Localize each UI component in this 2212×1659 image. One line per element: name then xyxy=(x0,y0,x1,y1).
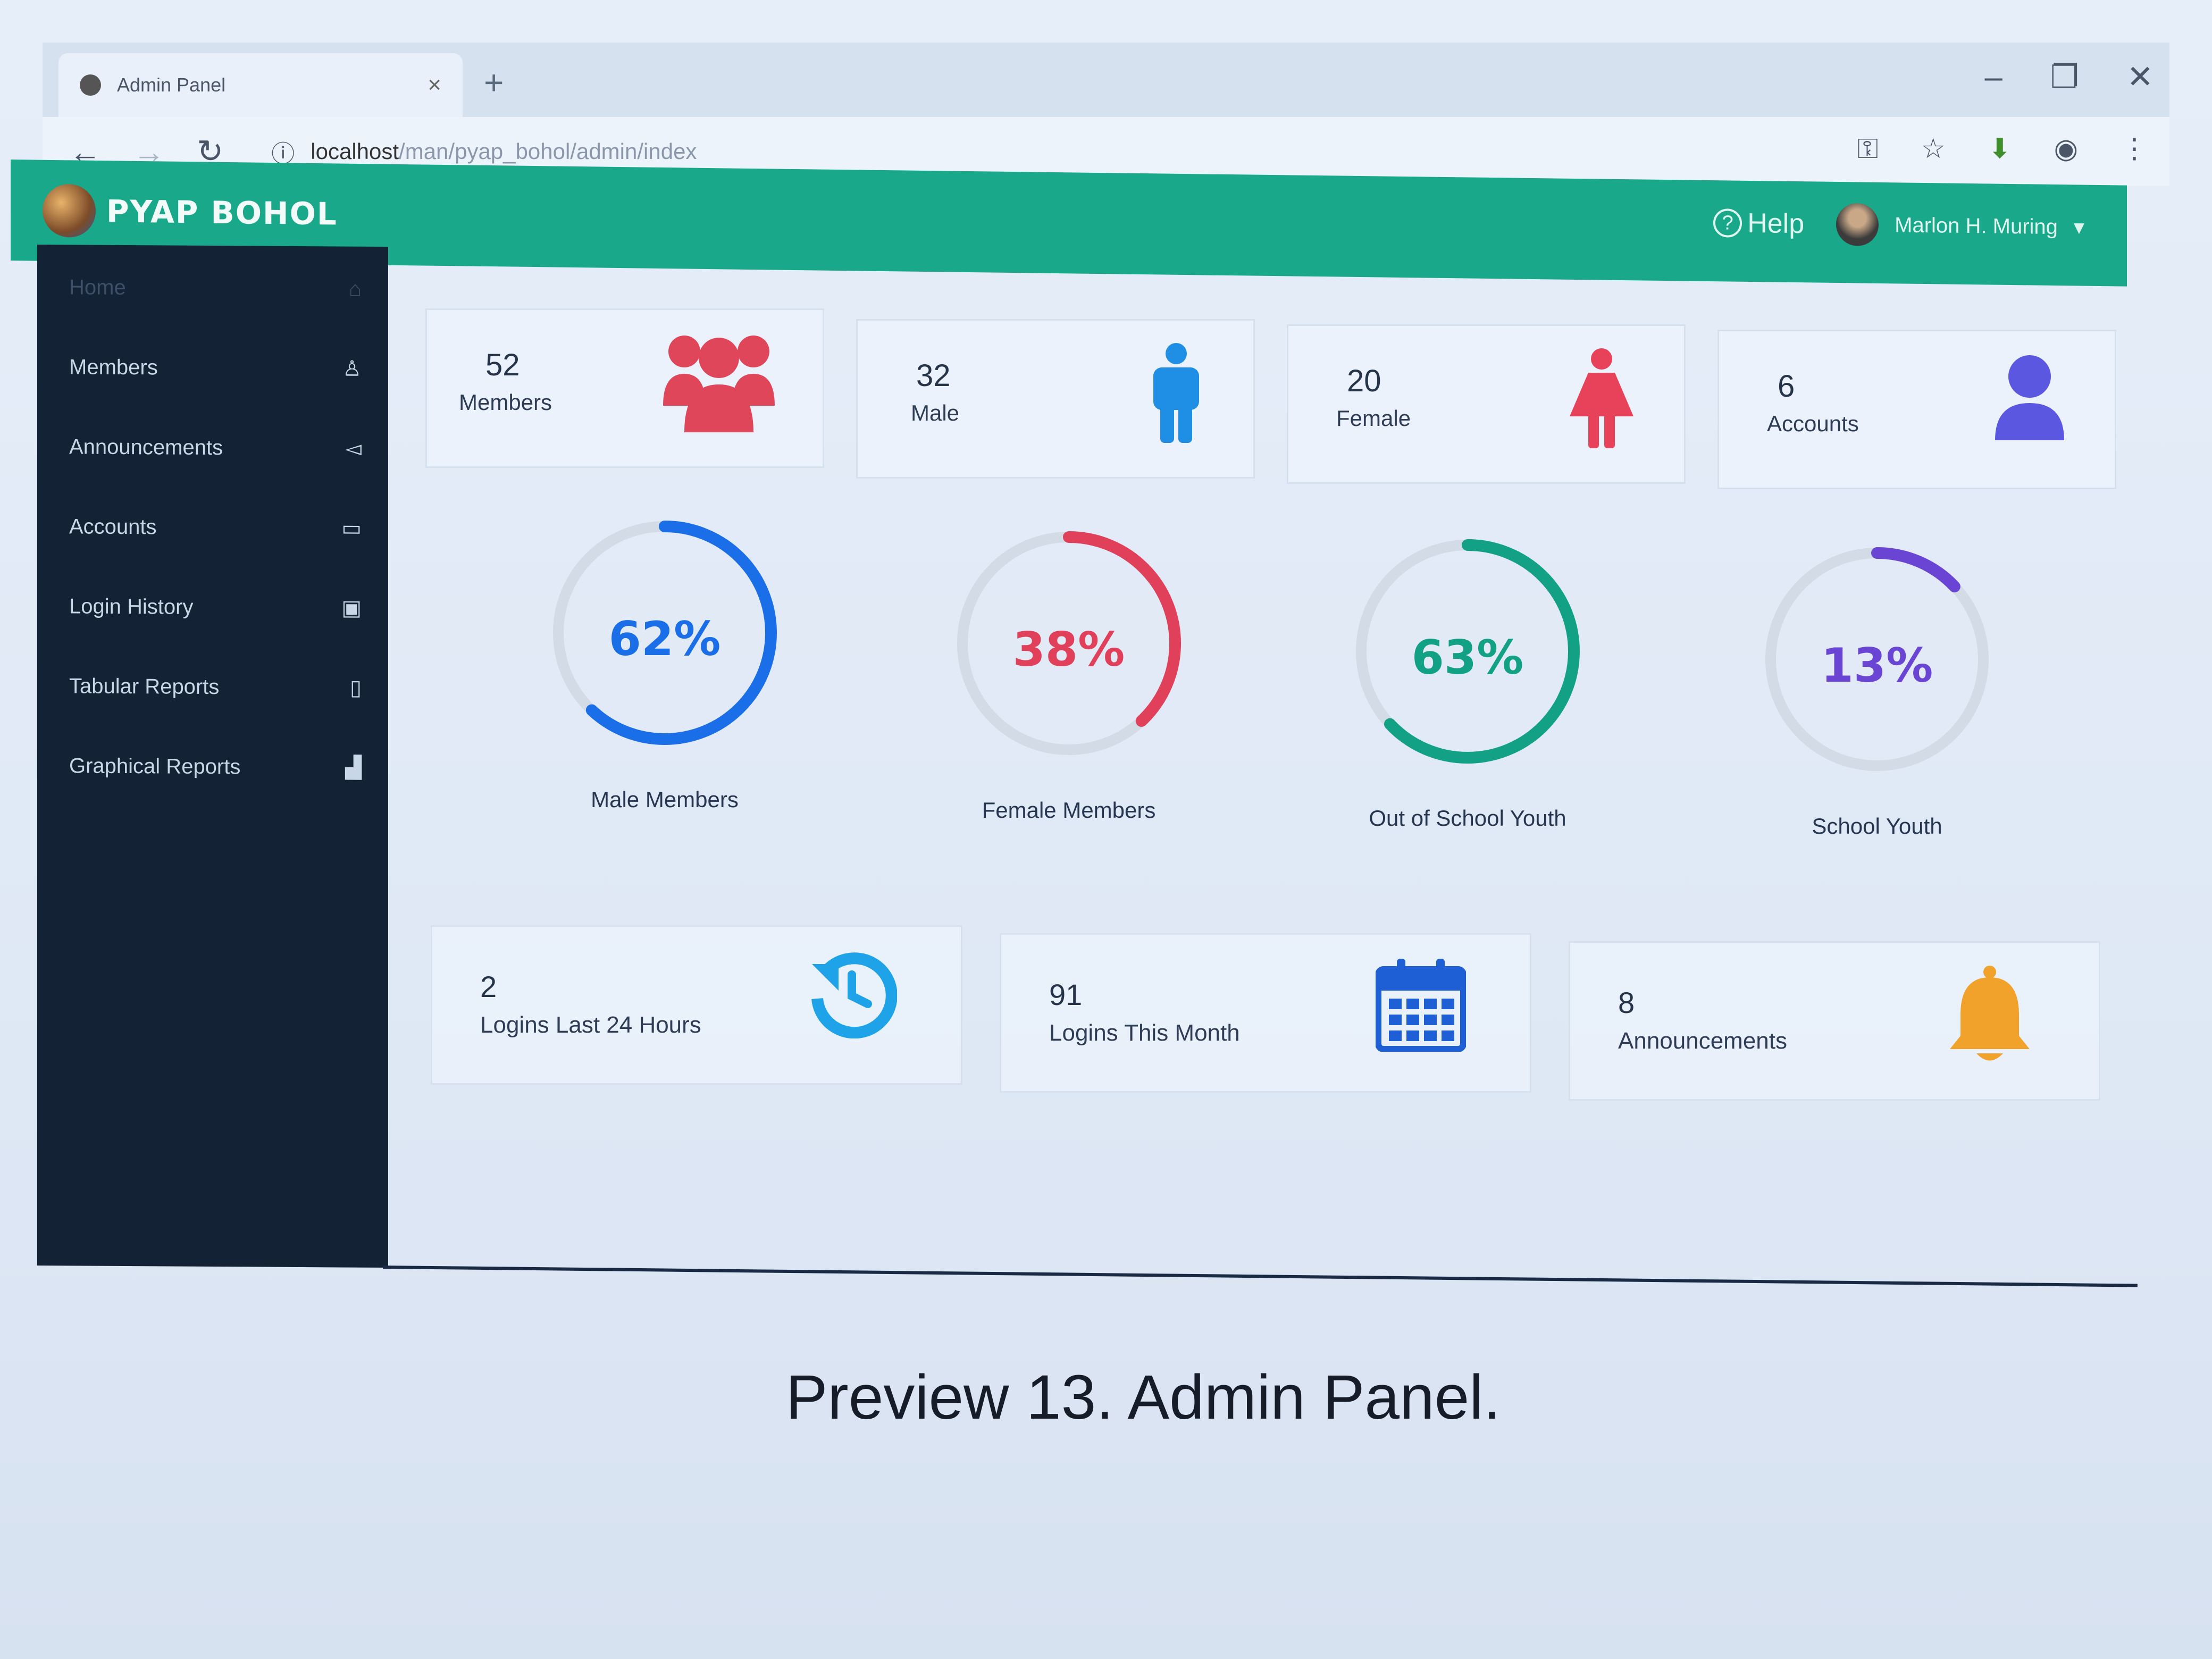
sidebar: Home ⌂ Members ♙ Announcements ◅ Account… xyxy=(37,245,388,1268)
calendar-icon xyxy=(1376,959,1466,1052)
stat-card-male[interactable]: 32 Male xyxy=(856,319,1255,479)
help-icon: ? xyxy=(1713,208,1742,238)
sidebar-item-login-history[interactable]: Login History ▣ xyxy=(37,580,388,635)
stat-card-accounts[interactable]: 6 Accounts xyxy=(1717,330,2116,489)
help-label: Help xyxy=(1747,207,1805,240)
stat-label: Accounts xyxy=(1767,411,1859,436)
sidebar-item-label: Login History xyxy=(69,594,194,619)
logo-icon xyxy=(43,183,96,238)
gauge-label: Male Members xyxy=(591,787,739,812)
female-icon xyxy=(1570,348,1633,448)
male-icon xyxy=(1153,343,1199,443)
user-menu[interactable]: Marlon H. Muring ▾ xyxy=(1836,203,2084,249)
stat-value: 6 xyxy=(1778,369,1795,404)
sidebar-item-members[interactable]: Members ♙ xyxy=(37,340,388,396)
sidebar-item-accounts[interactable]: Accounts ▭ xyxy=(37,500,388,555)
toolbar-icons: ⚿ ☆ ⬇ ◉ ⋮ xyxy=(1857,133,2148,165)
sidebar-item-announcements[interactable]: Announcements ◅ xyxy=(37,420,388,475)
stat-card-logins-24h[interactable]: 2 Logins Last 24 Hours xyxy=(431,925,962,1085)
chart-icon: ▟ xyxy=(345,756,362,780)
user-name: Marlon H. Muring xyxy=(1895,213,2058,239)
favicon-icon xyxy=(80,74,101,96)
gauge-label: Female Members xyxy=(982,798,1156,823)
tab-bar: Admin Panel × + – ❐ ✕ xyxy=(43,43,2169,117)
history-icon xyxy=(811,952,897,1038)
sidebar-item-label: Members xyxy=(69,355,158,379)
sidebar-item-tabular-reports[interactable]: Tabular Reports ▯ xyxy=(37,659,388,715)
url-path: /man/pyap_bohol/admin/index xyxy=(399,139,697,164)
close-window-button[interactable]: ✕ xyxy=(2127,58,2154,96)
gauge-out-of-school-youth: 63% Out of School Youth xyxy=(1345,529,1622,901)
stat-value: 2 xyxy=(480,970,497,1003)
profile-icon[interactable]: ◉ xyxy=(2054,133,2078,165)
sidebar-item-graphical-reports[interactable]: Graphical Reports ▟ xyxy=(37,739,388,794)
sidebar-item-label: Accounts xyxy=(69,514,157,539)
help-link[interactable]: ? Help xyxy=(1713,207,1804,240)
restore-button[interactable]: ❐ xyxy=(2050,58,2079,96)
gauge-percent: 63% xyxy=(1411,630,1524,685)
gauge-label: Out of School Youth xyxy=(1369,806,1566,831)
window-controls: – ❐ ✕ xyxy=(1985,58,2154,96)
stat-card-logins-month[interactable]: 91 Logins This Month xyxy=(1000,933,1531,1093)
sidebar-item-label: Announcements xyxy=(69,434,223,459)
stat-card-female[interactable]: 20 Female xyxy=(1287,324,1686,484)
users-group-icon xyxy=(663,336,775,432)
stat-label: Members xyxy=(459,390,552,415)
bookmark-star-icon[interactable]: ☆ xyxy=(1921,133,1946,165)
stat-label: Announcements xyxy=(1618,1028,1787,1054)
extension-icon[interactable]: ⬇ xyxy=(1988,133,2012,165)
minimize-button[interactable]: – xyxy=(1985,58,2002,96)
card-icon: ▭ xyxy=(341,516,362,540)
gauge-percent: 62% xyxy=(608,611,721,666)
stat-value: 20 xyxy=(1347,364,1381,398)
gauge-female-members: 38% Female Members xyxy=(946,521,1223,893)
megaphone-icon: ◅ xyxy=(345,437,362,460)
avatar xyxy=(1836,203,1879,246)
stat-label: Logins This Month xyxy=(1049,1020,1240,1046)
stat-label: Female xyxy=(1336,406,1411,431)
account-icon xyxy=(1995,355,2064,440)
main-content: 52 Members 32 Male 20 Female 6 Accounts … xyxy=(388,261,2169,1266)
save-icon: ▣ xyxy=(341,596,362,620)
sidebar-item-label: Home xyxy=(69,275,126,299)
stat-value: 52 xyxy=(485,348,520,382)
key-icon[interactable]: ⚿ xyxy=(1857,133,1879,165)
sidebar-item-label: Graphical Reports xyxy=(69,753,241,778)
stat-value: 32 xyxy=(916,358,951,393)
tab-title: Admin Panel xyxy=(117,74,226,96)
sidebar-item-home[interactable]: Home ⌂ xyxy=(37,261,388,316)
stat-card-announcements[interactable]: 8 Announcements xyxy=(1569,941,2100,1101)
user-icon: ♙ xyxy=(342,357,362,381)
stat-label: Male xyxy=(911,400,960,425)
tab-admin-panel[interactable]: Admin Panel × xyxy=(58,53,463,117)
menu-kebab-icon[interactable]: ⋮ xyxy=(2121,133,2148,165)
report-icon: ▯ xyxy=(349,676,362,700)
figure-caption: Preview 13. Admin Panel. xyxy=(785,1362,1501,1432)
home-icon: ⌂ xyxy=(348,277,362,301)
new-tab-button[interactable]: + xyxy=(484,63,504,102)
chevron-down-icon: ▾ xyxy=(2073,215,2084,239)
bell-icon xyxy=(1950,966,2030,1061)
gauge-percent: 38% xyxy=(1012,622,1125,677)
brand-name[interactable]: PYAP BOHOL xyxy=(106,193,338,232)
gauge-percent: 13% xyxy=(1821,638,1933,693)
stat-card-members[interactable]: 52 Members xyxy=(425,308,824,468)
stat-label: Logins Last 24 Hours xyxy=(480,1012,701,1038)
gauge-school-youth: 13% School Youth xyxy=(1755,537,2031,909)
gauge-label: School Youth xyxy=(1812,814,1942,839)
sidebar-item-label: Tabular Reports xyxy=(69,674,220,699)
tab-close-icon[interactable]: × xyxy=(428,72,441,98)
url-host: localhost xyxy=(311,139,399,164)
stat-value: 91 xyxy=(1049,978,1083,1011)
gauge-male-members: 62% Male Members xyxy=(542,510,819,883)
stat-value: 8 xyxy=(1618,986,1635,1019)
